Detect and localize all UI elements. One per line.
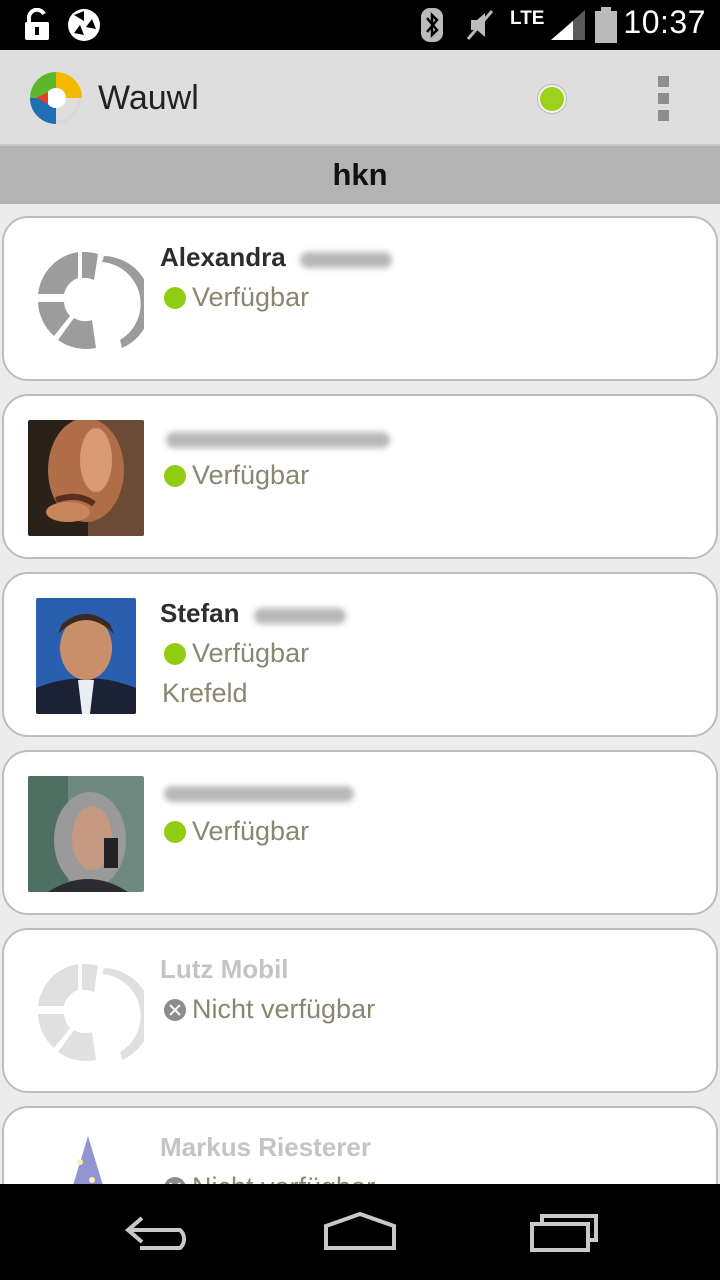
contact-card[interactable]: Lutz Mobil Nicht verfügbar — [2, 928, 718, 1093]
available-dot-icon — [164, 464, 186, 487]
battery-icon — [594, 0, 618, 50]
contact-name: Alexandra — [160, 242, 286, 272]
unavailable-icon — [164, 998, 186, 1021]
status-label: Verfügbar — [192, 816, 310, 846]
avatar-photo — [28, 776, 144, 892]
status-label: Nicht verfügbar — [192, 994, 376, 1024]
sync-icon — [64, 0, 104, 50]
mute-icon — [464, 0, 496, 50]
home-icon[interactable] — [320, 1204, 400, 1260]
contact-status: Verfügbar — [164, 460, 309, 491]
available-dot-icon — [164, 820, 186, 843]
status-label: Nicht verfügbar — [192, 1172, 375, 1184]
contact-status: Verfügbar — [164, 816, 309, 847]
contact-status: Nicht verfügbar — [164, 1172, 375, 1184]
app-bar: Wauwl — [0, 50, 720, 146]
available-dot-icon — [164, 642, 186, 665]
default-avatar-icon — [28, 242, 144, 358]
avatar-photo — [28, 420, 144, 536]
contact-list[interactable]: Alexandra Verfügbar Verfügbar Stefan Ver… — [0, 204, 720, 1184]
contact-card[interactable]: Stefan Verfügbar Krefeld — [2, 572, 718, 737]
wizard-avatar-icon — [28, 1132, 144, 1184]
network-type-label: LTE — [510, 8, 545, 29]
signal-icon — [548, 0, 588, 50]
redacted-surname — [254, 608, 346, 624]
presence-status-icon[interactable] — [538, 85, 566, 113]
contact-name: Markus Riesterer — [160, 1132, 371, 1162]
status-bar: LTE 10:37 — [0, 0, 720, 50]
contact-name: Stefan — [160, 598, 240, 628]
recents-icon[interactable] — [522, 1204, 602, 1260]
avatar-photo — [36, 598, 136, 714]
contact-card[interactable]: Verfügbar — [2, 394, 718, 559]
contact-name: Lutz Mobil — [160, 954, 289, 984]
redacted-name — [164, 786, 354, 802]
redacted-name — [166, 432, 390, 448]
contact-status: Verfügbar — [164, 638, 309, 669]
screen: LTE 10:37 Wauwl hkn Alexandra Verfügbar … — [0, 0, 720, 1280]
contact-location: Krefeld — [162, 678, 248, 708]
redacted-surname — [300, 252, 392, 268]
bluetooth-icon — [418, 0, 446, 50]
status-label: Verfügbar — [192, 282, 310, 312]
group-header: hkn — [0, 146, 720, 204]
contact-card[interactable]: Markus Riesterer Nicht verfügbar — [2, 1106, 718, 1184]
back-icon[interactable] — [120, 1204, 200, 1260]
status-label: Verfügbar — [192, 638, 310, 668]
group-title: hkn — [332, 157, 388, 192]
clock: 10:37 — [623, 4, 706, 40]
app-title: Wauwl — [98, 79, 199, 117]
status-label: Verfügbar — [192, 460, 310, 490]
lock-icon — [20, 0, 54, 50]
contact-status: Verfügbar — [164, 282, 309, 313]
unavailable-icon — [164, 1176, 186, 1184]
contact-card[interactable]: Verfügbar — [2, 750, 718, 915]
default-avatar-icon — [28, 954, 144, 1070]
navigation-bar — [0, 1184, 720, 1280]
wauwl-logo-icon[interactable] — [26, 68, 86, 128]
available-dot-icon — [164, 286, 186, 309]
contact-card[interactable]: Alexandra Verfügbar — [2, 216, 718, 381]
overflow-menu-icon[interactable] — [650, 76, 678, 122]
contact-status: Nicht verfügbar — [164, 994, 375, 1025]
